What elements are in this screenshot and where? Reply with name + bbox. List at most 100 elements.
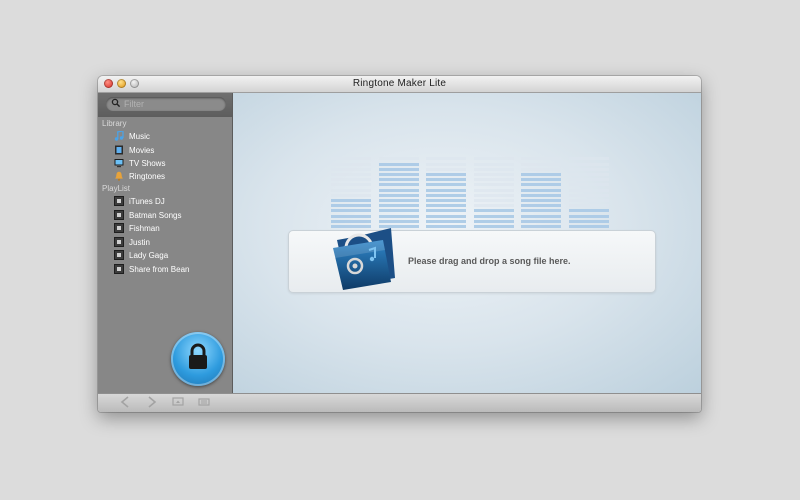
sidebar-item-ringtones[interactable]: Ringtones [114,170,165,182]
equalizer-segment [569,199,609,202]
equalizer-segment [426,157,467,161]
equalizer-segment [569,214,609,218]
equalizer-segment [378,209,419,213]
drop-zone[interactable]: Please drag and drop a song file here. [288,228,656,293]
sidebar-item-label: TV Shows [129,158,166,168]
sidebar-item-label: Fishman [129,223,160,233]
app-window: Ringtone Maker Lite Library Music Movies [98,76,701,412]
equalizer-segment [426,209,467,213]
equalizer-segment [426,178,467,182]
equalizer-segment [569,193,609,197]
equalizer-segment [331,173,371,176]
sidebar-item-label: Movies [129,145,155,155]
equalizer-segment [331,183,371,187]
equalizer-segment [331,157,371,161]
back-arrow-icon[interactable] [120,396,130,411]
forward-arrow-icon[interactable] [147,396,157,411]
sidebar-item-music[interactable]: Music [114,130,150,142]
sidebar: Library Music Movies TV Shows Ringtones [98,93,233,393]
lock-button[interactable] [171,332,225,386]
sidebar-item-label: Justin [129,237,150,247]
equalizer-segment [426,225,467,228]
equalizer-segment [569,209,609,213]
equalizer-segment [473,219,514,223]
sidebar-item-label: iTunes DJ [129,196,165,206]
equalizer-segment [473,209,514,213]
music-note-icon [114,130,124,141]
tv-icon [114,158,124,168]
equalizer-segment [473,183,514,187]
equalizer-segment [331,204,371,208]
screen-icon[interactable] [172,396,184,411]
lock-icon [189,343,207,369]
equalizer-segment [378,183,419,187]
sidebar-item-share-from-bean[interactable]: Share from Bean [114,263,189,275]
sidebar-item-label: Batman Songs [129,210,182,220]
window-title: Ringtone Maker Lite [352,78,447,89]
playlist-icon [114,264,124,274]
equalizer-segment [569,167,609,171]
sidebar-item-lady-gaga[interactable]: Lady Gaga [114,249,168,261]
equalizer-segment [473,204,514,208]
equalizer-column [473,156,514,228]
equalizer-segment [426,204,467,208]
main-drop-area[interactable]: Please drag and drop a song file here. [233,93,701,393]
equalizer-segment [331,209,371,213]
equalizer-segment [378,178,419,182]
sidebar-item-fishman[interactable]: Fishman [114,222,160,234]
equalizer-segment [426,219,467,223]
sidebar-item-label: Ringtones [129,171,166,181]
equalizer-segment [521,199,562,202]
equalizer-segment [521,219,562,223]
equalizer-segment [331,162,371,166]
equalizer-segment [473,162,514,166]
library-heading: Library [102,119,127,128]
equalizer-segment [473,225,514,228]
equalizer-column [569,156,609,228]
equalizer-segment [569,173,609,176]
search-field[interactable] [106,97,226,111]
equalizer-segment [569,219,609,223]
equalizer-segment [473,199,514,202]
equalizer-segment [521,214,562,218]
equalizer-segment [473,173,514,176]
drop-instruction: Please drag and drop a song file here. [408,256,571,266]
equalizer-segment [521,167,562,171]
equalizer-segment [473,167,514,171]
search-bar [98,93,232,117]
equalizer-segment [378,204,419,208]
list-icon[interactable] [198,396,210,411]
equalizer-segment [521,183,562,187]
playlist-icon [114,223,124,233]
equalizer-segment [331,199,371,202]
sidebar-item-label: Share from Bean [129,264,190,274]
sidebar-item-label: Lady Gaga [129,250,169,260]
equalizer-segment [473,214,514,218]
title-bar[interactable]: Ringtone Maker Lite [98,76,701,93]
equalizer-segment [521,188,562,192]
equalizer-segment [473,178,514,182]
equalizer-segment [569,188,609,192]
equalizer-segment [521,173,562,176]
equalizer-column [521,156,562,228]
equalizer-segment [378,199,419,202]
search-input[interactable] [124,98,220,110]
equalizer-segment [473,188,514,192]
equalizer-segment [426,162,467,166]
equalizer-segment [521,157,562,161]
playlist-heading: PlayList [102,184,131,193]
equalizer-segment [521,225,562,228]
equalizer-column [426,156,467,228]
bell-icon [114,171,124,181]
equalizer-segment [569,225,609,228]
equalizer-segment [331,167,371,171]
sidebar-item-movies[interactable]: Movies [114,144,154,156]
music-folder-icon [333,228,395,290]
sidebar-item-itunes-dj[interactable]: iTunes DJ [114,195,165,207]
sidebar-item-batman-songs[interactable]: Batman Songs [114,209,181,221]
equalizer-segment [331,178,371,182]
equalizer-segment [473,157,514,161]
sidebar-item-tv-shows[interactable]: TV Shows [114,157,165,169]
equalizer-segment [426,173,467,176]
sidebar-item-justin[interactable]: Justin [114,236,150,248]
